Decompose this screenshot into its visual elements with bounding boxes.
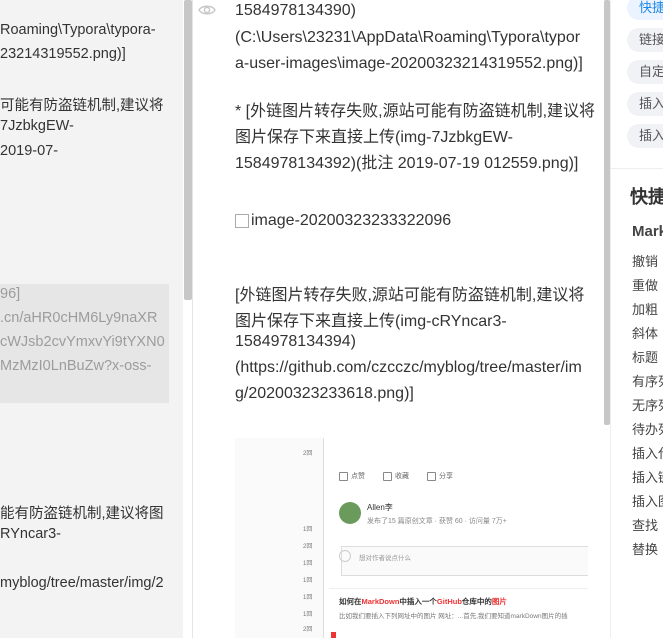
embedded-screenshot: 2回 1回 2回 1回 1回 1回 1回 2回 点赞 收藏 分享 Allen李 … <box>235 438 588 638</box>
gutter-number: 1回 <box>303 595 313 601</box>
gutter-number: 1回 <box>303 612 313 618</box>
share-label: 分享 <box>439 473 453 480</box>
comment-placeholder: 想对作者说点什么 <box>359 555 411 562</box>
favorite-icon <box>383 471 392 481</box>
broken-image-alt: image-20200323233322096 <box>251 212 452 229</box>
broken-image[interactable]: image-20200323233322096 <box>235 212 451 230</box>
preview-line: [外链图片转存失败,源站可能有防盗链机制,建议将 <box>235 287 585 304</box>
preview-line: 1584978134392)(批注 2019-07-19 012559.png)… <box>235 155 579 172</box>
editor-line: 23214319552.png)] <box>0 46 126 62</box>
shortcuts-subtitle: Mark <box>632 223 663 240</box>
preview-line: 1584978134390) <box>235 2 357 19</box>
shortcut-insert-code: 插入代 <box>632 446 663 461</box>
gutter-number: 2回 <box>303 544 313 550</box>
gutter-number: 2回 <box>303 451 313 457</box>
gutter-number: 1回 <box>303 578 313 584</box>
shortcut-redo: 重做 <box>632 278 659 293</box>
broken-image-icon <box>235 214 249 228</box>
shortcut-replace: 替换 <box>632 542 659 557</box>
tag-insert-2[interactable]: 插入 <box>627 124 663 148</box>
author-avatar <box>339 502 361 524</box>
title-part: 仓库中的 <box>461 597 492 606</box>
gutter-number: 1回 <box>303 527 313 533</box>
comment-avatar-icon <box>339 550 351 562</box>
share-icon <box>427 471 436 481</box>
share-action: 分享 <box>427 471 453 481</box>
editor-code-block: 96] .cn/aHR0cHM6Ly9naXR cWJsb2cvYmxvYi9t… <box>0 284 169 403</box>
gutter-line <box>323 438 324 638</box>
like-icon <box>339 471 348 481</box>
preview-line: * [外链图片转存失败,源站可能有防盗链机制,建议将 <box>235 103 596 120</box>
shortcut-italic: 斜体 <box>632 326 659 341</box>
preview-line: g/20200323233618.png)] <box>235 385 414 402</box>
screenshot-gutter <box>235 438 323 638</box>
editor-scrollbar[interactable] <box>184 0 192 300</box>
title-part: MarkDown <box>361 597 400 606</box>
shortcut-bold: 加粗 <box>632 302 659 317</box>
eye-icon[interactable] <box>198 2 216 18</box>
tag-insert[interactable]: 插入 <box>627 92 663 116</box>
code-line: MzMzI0LnBuZw?x-oss- <box>0 358 152 374</box>
shortcut-todo-list: 待办列 <box>632 422 663 437</box>
code-line: 96] <box>0 286 21 302</box>
title-part: 图片 <box>491 597 507 606</box>
editor-line: 能有防盗链机制,建议将图 <box>0 506 164 522</box>
editor-line: RYncar3- <box>0 526 61 542</box>
article-title: 如何在MarkDown中插入一个GitHub仓库中的图片 <box>339 596 507 607</box>
editor-pane[interactable]: Roaming\Typora\typora- 23214319552.png)]… <box>0 0 183 638</box>
author-meta: 发布了15 篇原创文章 · 获赞 60 · 访问量 7万+ <box>367 518 507 525</box>
title-part: GitHub <box>436 597 462 606</box>
favorite-label: 收藏 <box>395 473 409 480</box>
shortcut-ordered-list: 有序列 <box>632 374 663 389</box>
shortcut-insert-image: 插入图 <box>632 494 663 509</box>
article-separator <box>329 588 588 589</box>
code-line: cWJsb2cvYmxvYi9tYXN0 <box>0 334 165 350</box>
like-label: 点赞 <box>351 473 365 480</box>
like-action: 点赞 <box>339 471 365 481</box>
shortcut-undo: 撤销 <box>632 254 659 269</box>
editor-line: 2019-07- <box>0 143 59 159</box>
editor-line: Roaming\Typora\typora- <box>0 22 156 38</box>
gutter-number: 2回 <box>303 627 313 633</box>
shortcut-find: 查找 <box>632 518 659 533</box>
editor-line: 可能有防盗链机制,建议将 <box>0 98 164 114</box>
tag-shortcuts[interactable]: 快捷 <box>627 0 663 20</box>
shortcuts-title: 快捷 <box>630 187 663 207</box>
sidebar-separator <box>610 168 663 169</box>
preview-line: 1584978134394) <box>235 333 357 350</box>
shortcut-insert-link: 插入链 <box>632 470 663 485</box>
title-part: 如何在 <box>339 597 362 606</box>
shortcut-unordered-list: 无序列 <box>632 398 663 413</box>
favorite-action: 收藏 <box>383 471 409 481</box>
preview-line: (C:\Users\23231\AppData\Roaming\Typora\t… <box>235 29 581 46</box>
tag-links[interactable]: 链接 <box>627 28 663 52</box>
article-description: 比如我们要插入下列网址中的图片 网址：...首先,我们要知道markDown图片… <box>339 613 568 620</box>
preview-line: 图片保存下来直接上传(img-7JzbkgEW- <box>235 129 513 146</box>
article-marker <box>331 632 336 638</box>
shortcut-heading: 标题 <box>632 350 659 365</box>
preview-line: a-user-images\image-20200323214319552.pn… <box>235 55 583 72</box>
editor-line: myblog/tree/master/img/2 <box>0 575 164 591</box>
gutter-number: 1回 <box>303 561 313 567</box>
preview-line: 图片保存下来直接上传(img-cRYncar3- <box>235 313 507 330</box>
author-name: Allen李 <box>367 503 393 512</box>
preview-line: (https://github.com/czcczc/myblog/tree/m… <box>235 359 582 376</box>
tag-custom[interactable]: 自定 <box>627 60 663 84</box>
title-part: 中插入一个 <box>399 597 437 606</box>
code-line: .cn/aHR0cHM6Ly9naXR <box>0 310 158 326</box>
editor-line: 7JzbkgEW- <box>0 118 74 134</box>
